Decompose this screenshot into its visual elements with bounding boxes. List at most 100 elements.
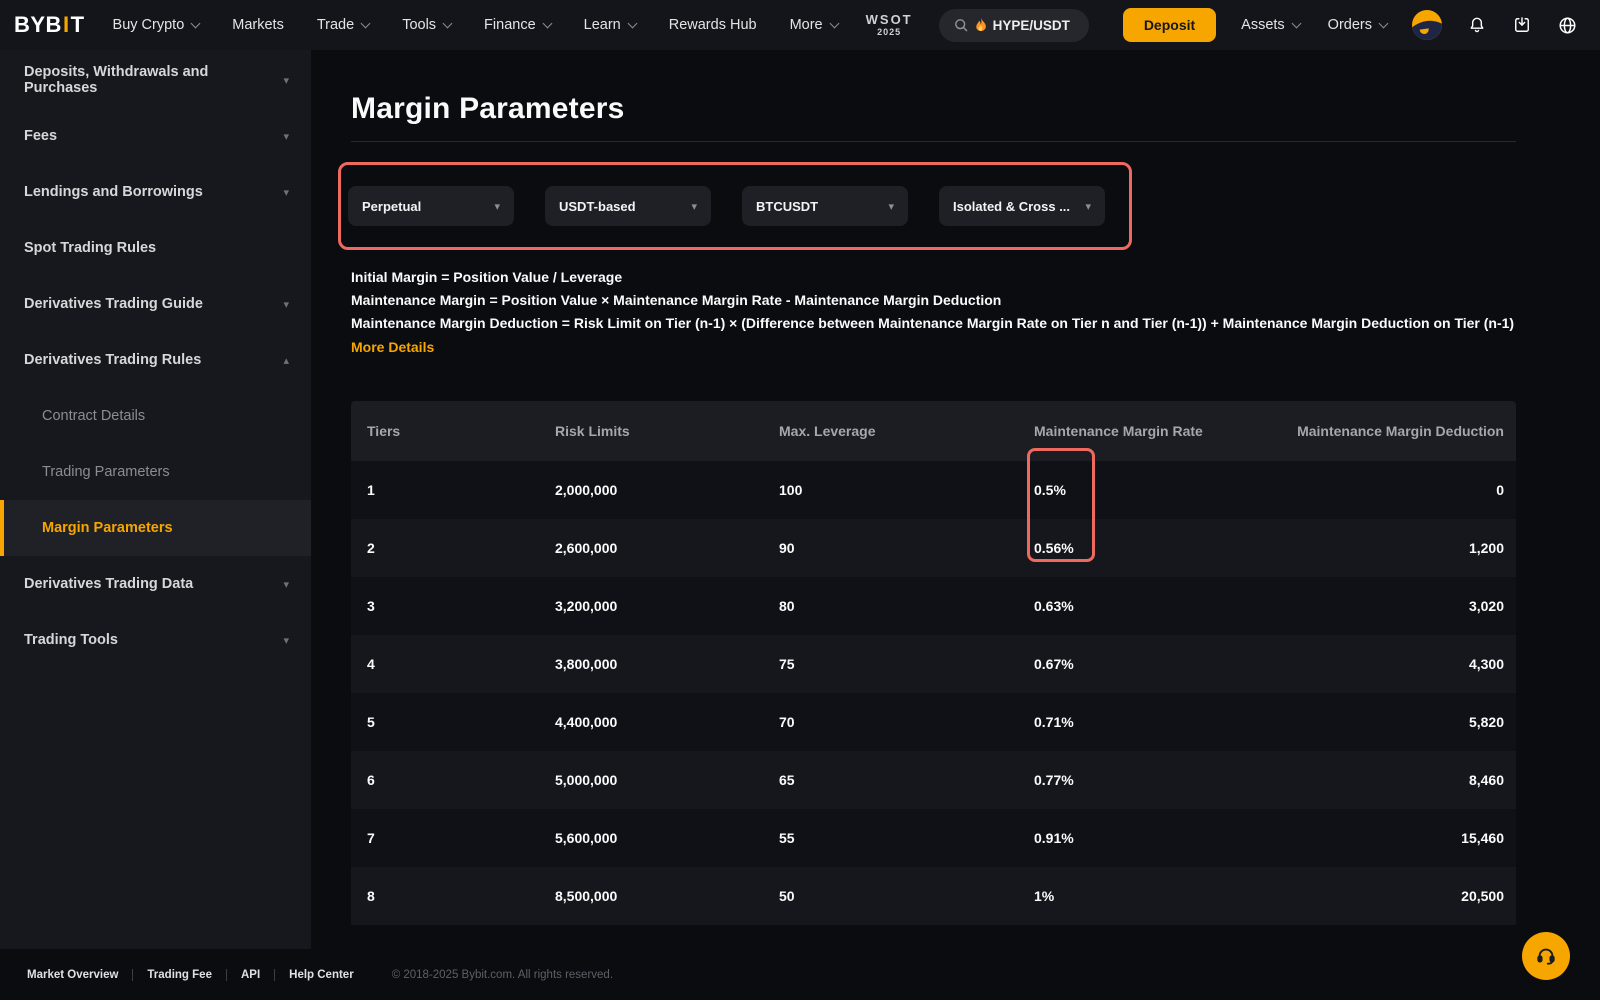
nav-item-tools[interactable]: Tools [402, 17, 451, 33]
search-box[interactable]: HYPE/USDT [939, 9, 1089, 42]
chevron-down-icon: ▾ [283, 186, 289, 199]
flame-icon [975, 18, 987, 32]
table-cell: 0.56% [1034, 540, 1296, 556]
filter-dropdown-value: BTCUSDT [756, 199, 818, 214]
sidebar-item-derivatives-trading-rules[interactable]: Derivatives Trading Rules▴ [0, 332, 311, 388]
formula-text: Maintenance Margin = Position Value × Ma… [351, 289, 1516, 312]
filter-dropdown-isolated-cross[interactable]: Isolated & Cross ...▾ [939, 186, 1105, 226]
table-cell: 70 [779, 714, 1034, 730]
chevron-down-icon: ▾ [888, 200, 894, 213]
footer-link-trading-fee[interactable]: Trading Fee [147, 969, 212, 981]
chevron-down-icon: ▾ [283, 298, 289, 311]
footer-separator [132, 969, 133, 981]
table-cell: 3 [367, 598, 555, 614]
table-cell: 20,500 [1296, 888, 1504, 904]
filter-dropdown-value: Isolated & Cross ... [953, 199, 1070, 214]
avatar[interactable] [1412, 10, 1442, 40]
globe-icon[interactable] [1557, 15, 1578, 36]
nav-item-learn[interactable]: Learn [584, 17, 636, 33]
table-cell: 55 [779, 830, 1034, 846]
nav-item-finance[interactable]: Finance [484, 17, 551, 33]
table-cell: 100 [779, 482, 1034, 498]
sidebar-item-contract-details[interactable]: Contract Details [0, 388, 311, 444]
table-cell: 5,820 [1296, 714, 1504, 730]
chevron-down-icon: ▾ [283, 634, 289, 647]
nav-item-label: More [790, 17, 823, 33]
table-cell: 6 [367, 772, 555, 788]
bell-icon[interactable] [1467, 15, 1487, 35]
table-row: 43,800,000750.67%4,300 [351, 635, 1516, 693]
table-cell: 65 [779, 772, 1034, 788]
sidebar-item-lendings-and-borrowings[interactable]: Lendings and Borrowings ▾ [0, 164, 311, 220]
nav-item-label: Tools [402, 17, 436, 33]
table-cell: 8,460 [1296, 772, 1504, 788]
table-cell: 1,200 [1296, 540, 1504, 556]
bybit-logo[interactable]: BYBIT [14, 12, 85, 38]
sidebar-item-label: Lendings and Borrowings [24, 184, 203, 200]
table-row: 33,200,000800.63%3,020 [351, 577, 1516, 635]
chevron-down-icon [191, 18, 201, 28]
nav-item-assets[interactable]: Assets [1241, 17, 1300, 33]
nav-item-label: Markets [232, 17, 284, 33]
sidebar-item-trading-parameters[interactable]: Trading Parameters [0, 444, 311, 500]
filter-dropdown-value: Perpetual [362, 199, 421, 214]
sidebar-item-label: Derivatives Trading Rules [24, 352, 201, 368]
sidebar-item-deposits-withdrawals-and-purchases[interactable]: Deposits, Withdrawals and Purchases▾ [0, 52, 311, 108]
filter-dropdown-perpetual[interactable]: Perpetual▾ [348, 186, 514, 226]
wsot-2025-logo[interactable]: WSOT 2025 [866, 13, 913, 37]
sidebar-item-label: Trading Parameters [42, 464, 170, 480]
sidebar-item-margin-parameters[interactable]: Margin Parameters [0, 500, 311, 556]
table-cell: 75 [779, 656, 1034, 672]
chevron-down-icon [1291, 18, 1301, 28]
table-cell: 0.91% [1034, 830, 1296, 846]
table-cell: 90 [779, 540, 1034, 556]
table-cell: 2 [367, 540, 555, 556]
table-cell: 1% [1034, 888, 1296, 904]
table-cell: 5,600,000 [555, 830, 779, 846]
table-cell: 0.67% [1034, 656, 1296, 672]
wsot-title: WSOT [866, 13, 913, 26]
headset-icon [1535, 945, 1557, 967]
footer: Market Overview Trading Fee API Help Center… [0, 949, 1600, 1000]
filter-dropdown-value: USDT-based [559, 199, 636, 214]
column-header-tiers: Tiers [367, 423, 555, 439]
nav-item-markets[interactable]: Markets [232, 17, 284, 33]
chevron-down-icon [361, 18, 371, 28]
nav-item-label: Trade [317, 17, 354, 33]
search-icon [953, 17, 969, 33]
download-icon[interactable] [1512, 15, 1532, 35]
table-row: 12,000,0001000.5%0 [351, 461, 1516, 519]
search-value: HYPE/USDT [993, 18, 1070, 33]
sidebar-item-trading-tools[interactable]: Trading Tools▾ [0, 612, 311, 668]
table-cell: 0.71% [1034, 714, 1296, 730]
support-chat-button[interactable] [1522, 932, 1570, 980]
sidebar-item-spot-trading-rules[interactable]: Spot Trading Rules [0, 220, 311, 276]
logo-text: BYB [14, 12, 62, 38]
column-header-max-leverage: Max. Leverage [779, 423, 1034, 439]
sidebar-item-label: Derivatives Trading Data [24, 576, 193, 592]
nav-item-trade[interactable]: Trade [317, 17, 369, 33]
nav-item-orders[interactable]: Orders [1328, 17, 1387, 33]
footer-link-api[interactable]: API [241, 969, 260, 981]
nav-item-label: Assets [1241, 17, 1285, 33]
more-details-link[interactable]: More Details [351, 339, 434, 355]
footer-link-help-center[interactable]: Help Center [289, 969, 354, 981]
sidebar-item-derivatives-trading-guide[interactable]: Derivatives Trading Guide▾ [0, 276, 311, 332]
nav-item-rewards-hub[interactable]: Rewards Hub [669, 17, 757, 33]
deposit-button[interactable]: Deposit [1123, 8, 1216, 42]
filter-dropdown-usdt-based[interactable]: USDT-based▾ [545, 186, 711, 226]
sidebar-item-fees[interactable]: Fees▾ [0, 108, 311, 164]
sidebar-item-label: Margin Parameters [42, 520, 173, 536]
footer-links: Market Overview Trading Fee API Help Center [27, 969, 354, 981]
filter-dropdown-btcusdt[interactable]: BTCUSDT ▾ [742, 186, 908, 226]
table-cell: 0 [1296, 482, 1504, 498]
table-cell: 4 [367, 656, 555, 672]
nav-item-buy-crypto[interactable]: Buy Crypto [113, 17, 200, 33]
logo-text: T [71, 12, 85, 38]
table-cell: 8 [367, 888, 555, 904]
table-cell: 4,300 [1296, 656, 1504, 672]
nav-item-more[interactable]: More [790, 17, 838, 33]
footer-link-market-overview[interactable]: Market Overview [27, 969, 118, 981]
sidebar-item-derivatives-trading-data[interactable]: Derivatives Trading Data▾ [0, 556, 311, 612]
table-row: 22,600,000900.56%1,200 [351, 519, 1516, 577]
